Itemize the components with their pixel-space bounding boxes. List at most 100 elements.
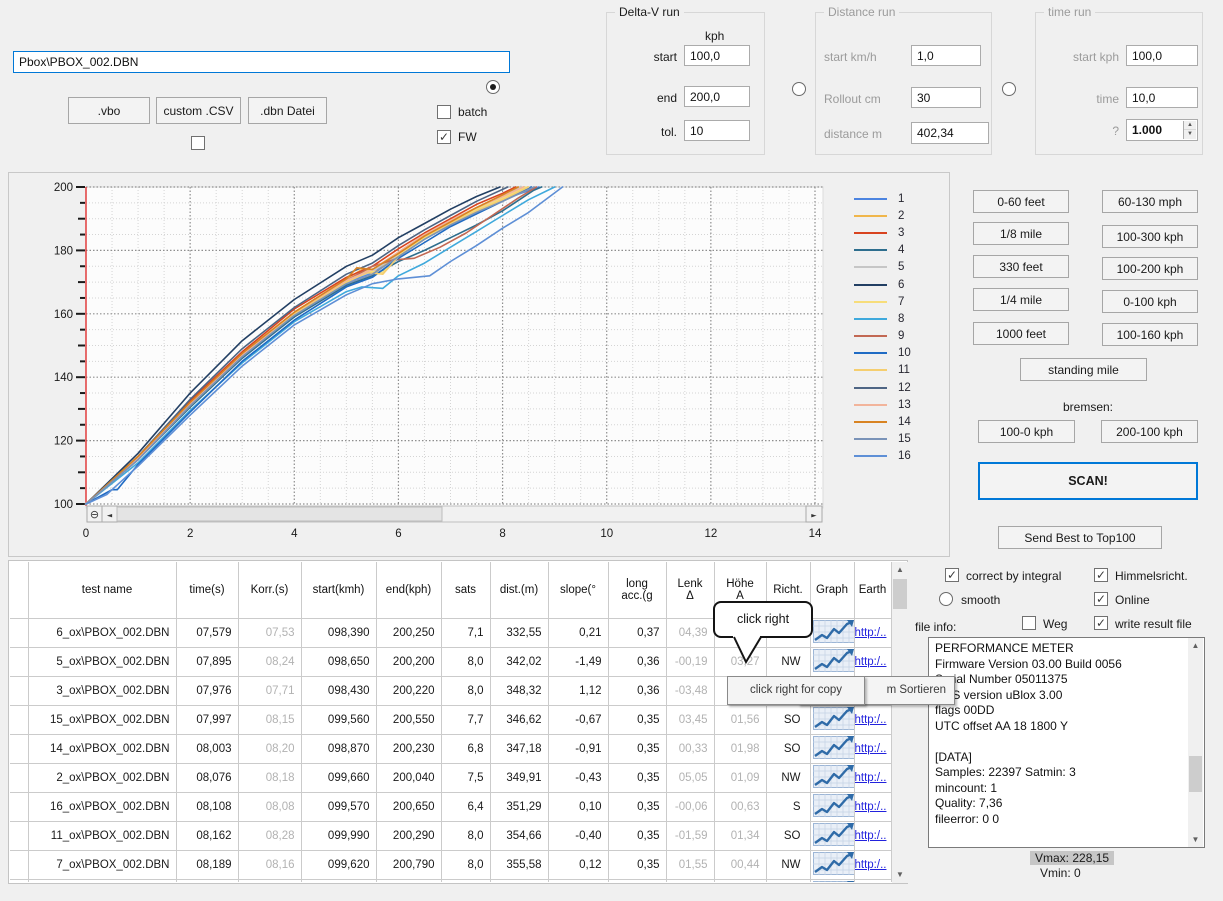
table-row[interactable]: 14_ox\PBOX_002.DBN08,00308,20098,870200,… xyxy=(10,734,891,763)
distance-m-input[interactable]: 402,34 xyxy=(911,122,989,144)
file-info-box[interactable]: PERFORMANCE METER Firmware Version 03.00… xyxy=(928,637,1205,848)
legend-item[interactable]: 5 xyxy=(854,259,949,276)
sparkline-graph-icon[interactable] xyxy=(813,707,855,730)
btn-200-100-kph[interactable]: 200-100 kph xyxy=(1101,420,1198,443)
btn-1-4-mile[interactable]: 1/4 mile xyxy=(973,288,1069,311)
col-lenk[interactable]: Lenk Δ xyxy=(666,562,714,618)
legend-item[interactable]: 4 xyxy=(854,242,949,259)
file-info-scroll-up-icon[interactable]: ▲ xyxy=(1188,638,1203,653)
sparkline-graph-icon[interactable] xyxy=(813,794,855,817)
zoom-out-icon[interactable]: ⊖ xyxy=(90,508,99,521)
sparkline-graph-icon[interactable] xyxy=(813,649,855,672)
sparkline-graph-icon[interactable] xyxy=(813,736,855,759)
col-graph[interactable]: Graph xyxy=(810,562,854,618)
smooth-radio[interactable] xyxy=(939,592,953,606)
legend-item[interactable]: 12 xyxy=(854,379,949,396)
btn-100-200-kph[interactable]: 100-200 kph xyxy=(1102,257,1198,280)
col-sats[interactable]: sats xyxy=(441,562,490,618)
row-selector[interactable] xyxy=(10,734,28,763)
sparkline-graph-icon[interactable] xyxy=(813,620,855,643)
col-earth[interactable]: Earth xyxy=(854,562,891,618)
earth-link[interactable]: http:/.. xyxy=(855,859,887,871)
time-start-input[interactable]: 100,0 xyxy=(1126,45,1198,66)
row-selector[interactable] xyxy=(10,705,28,734)
vbo-button[interactable]: .vbo xyxy=(68,97,150,124)
earth-link[interactable]: http:/.. xyxy=(855,772,887,784)
sparkline-graph-icon[interactable] xyxy=(813,852,855,875)
table-row[interactable]: 2_ox\PBOX_002.DBN08,07608,18099,660200,0… xyxy=(10,763,891,792)
rollout-input[interactable]: 30 xyxy=(911,87,981,108)
file-path-input[interactable]: Pbox\PBOX_002.DBN xyxy=(13,51,510,73)
legend-item[interactable]: 16 xyxy=(854,448,949,465)
btn-330-feet[interactable]: 330 feet xyxy=(973,255,1069,278)
earth-link[interactable]: http:/.. xyxy=(855,627,887,639)
col-start[interactable]: start(kmh) xyxy=(301,562,376,618)
legend-item[interactable]: 9 xyxy=(854,328,949,345)
cell-graph[interactable] xyxy=(810,763,854,792)
legend-item[interactable]: 6 xyxy=(854,276,949,293)
col-korr[interactable]: Korr.(s) xyxy=(238,562,301,618)
dbn-datei-button[interactable]: .dbn Datei xyxy=(248,97,327,124)
legend-item[interactable]: 3 xyxy=(854,224,949,241)
row-selector[interactable] xyxy=(10,792,28,821)
legend-item[interactable]: 13 xyxy=(854,396,949,413)
col-dist[interactable]: dist.(m) xyxy=(490,562,548,618)
weg-checkbox[interactable] xyxy=(1022,616,1036,630)
speed-time-chart[interactable]: 100120140160180200⊖◄►02468101214 xyxy=(9,173,949,556)
scan-button[interactable]: SCAN! xyxy=(978,462,1198,500)
btn-0-60-feet[interactable]: 0-60 feet xyxy=(973,190,1069,213)
send-best-button[interactable]: Send Best to Top100 xyxy=(998,526,1162,549)
cell-graph[interactable] xyxy=(810,705,854,734)
q-spinner[interactable]: 1.000 ▲▼ xyxy=(1126,119,1198,141)
distance-run-radio[interactable] xyxy=(792,82,806,96)
earth-link[interactable]: http:/.. xyxy=(855,830,887,842)
btn-100-0-kph[interactable]: 100-0 kph xyxy=(978,420,1075,443)
spinner-down-icon[interactable]: ▼ xyxy=(1184,130,1196,139)
correct-by-integral-checkbox[interactable] xyxy=(945,568,959,582)
cell-graph[interactable] xyxy=(810,618,854,647)
legend-item[interactable]: 7 xyxy=(854,293,949,310)
file-info-scroll-down-icon[interactable]: ▼ xyxy=(1188,832,1203,847)
cell-graph[interactable] xyxy=(810,879,854,882)
col-long-acc[interactable]: long acc.(g xyxy=(608,562,666,618)
btn-60-130-mph[interactable]: 60-130 mph xyxy=(1102,190,1198,213)
legend-item[interactable]: 8 xyxy=(854,310,949,327)
csv-option-checkbox[interactable] xyxy=(191,136,205,150)
earth-link[interactable]: http:/.. xyxy=(855,714,887,726)
row-selector[interactable] xyxy=(10,879,28,882)
online-checkbox[interactable] xyxy=(1094,592,1108,606)
row-selector[interactable] xyxy=(10,647,28,676)
row-selector[interactable] xyxy=(10,850,28,879)
col-test-name[interactable]: test name xyxy=(28,562,176,618)
time-run-radio[interactable] xyxy=(1002,82,1016,96)
table-scroll-up-icon[interactable]: ▲ xyxy=(892,562,908,578)
earth-link[interactable]: http:/.. xyxy=(855,801,887,813)
col-time[interactable]: time(s) xyxy=(176,562,238,618)
row-selector[interactable] xyxy=(10,618,28,647)
write-result-file-checkbox[interactable] xyxy=(1094,616,1108,630)
spinner-up-icon[interactable]: ▲ xyxy=(1184,121,1196,130)
fw-checkbox[interactable] xyxy=(437,130,451,144)
sparkline-graph-icon[interactable] xyxy=(813,881,855,883)
cell-graph[interactable] xyxy=(810,792,854,821)
legend-item[interactable]: 14 xyxy=(854,413,949,430)
table-row[interactable]: 13_ox\PBOX_002.DBN08,24708,13099,930200,… xyxy=(10,879,891,882)
legend-item[interactable]: 1 xyxy=(854,190,949,207)
row-selector[interactable] xyxy=(10,763,28,792)
cell-graph[interactable] xyxy=(810,821,854,850)
scroll-left-icon[interactable]: ◄ xyxy=(107,512,113,520)
scroll-right-icon[interactable]: ► xyxy=(811,512,817,520)
himmelsricht-checkbox[interactable] xyxy=(1094,568,1108,582)
btn-standing-mile[interactable]: standing mile xyxy=(1020,358,1147,381)
table-row[interactable]: 16_ox\PBOX_002.DBN08,10808,08099,570200,… xyxy=(10,792,891,821)
sparkline-graph-icon[interactable] xyxy=(813,823,855,846)
custom-csv-button[interactable]: custom .CSV xyxy=(156,97,241,124)
table-scroll-thumb[interactable] xyxy=(893,579,907,609)
cell-graph[interactable] xyxy=(810,734,854,763)
row-selector[interactable] xyxy=(10,676,28,705)
time-input[interactable]: 10,0 xyxy=(1126,87,1198,108)
batch-checkbox[interactable] xyxy=(437,105,451,119)
col-slope[interactable]: slope(° xyxy=(548,562,608,618)
legend-item[interactable]: 11 xyxy=(854,362,949,379)
sparkline-graph-icon[interactable] xyxy=(813,765,855,788)
